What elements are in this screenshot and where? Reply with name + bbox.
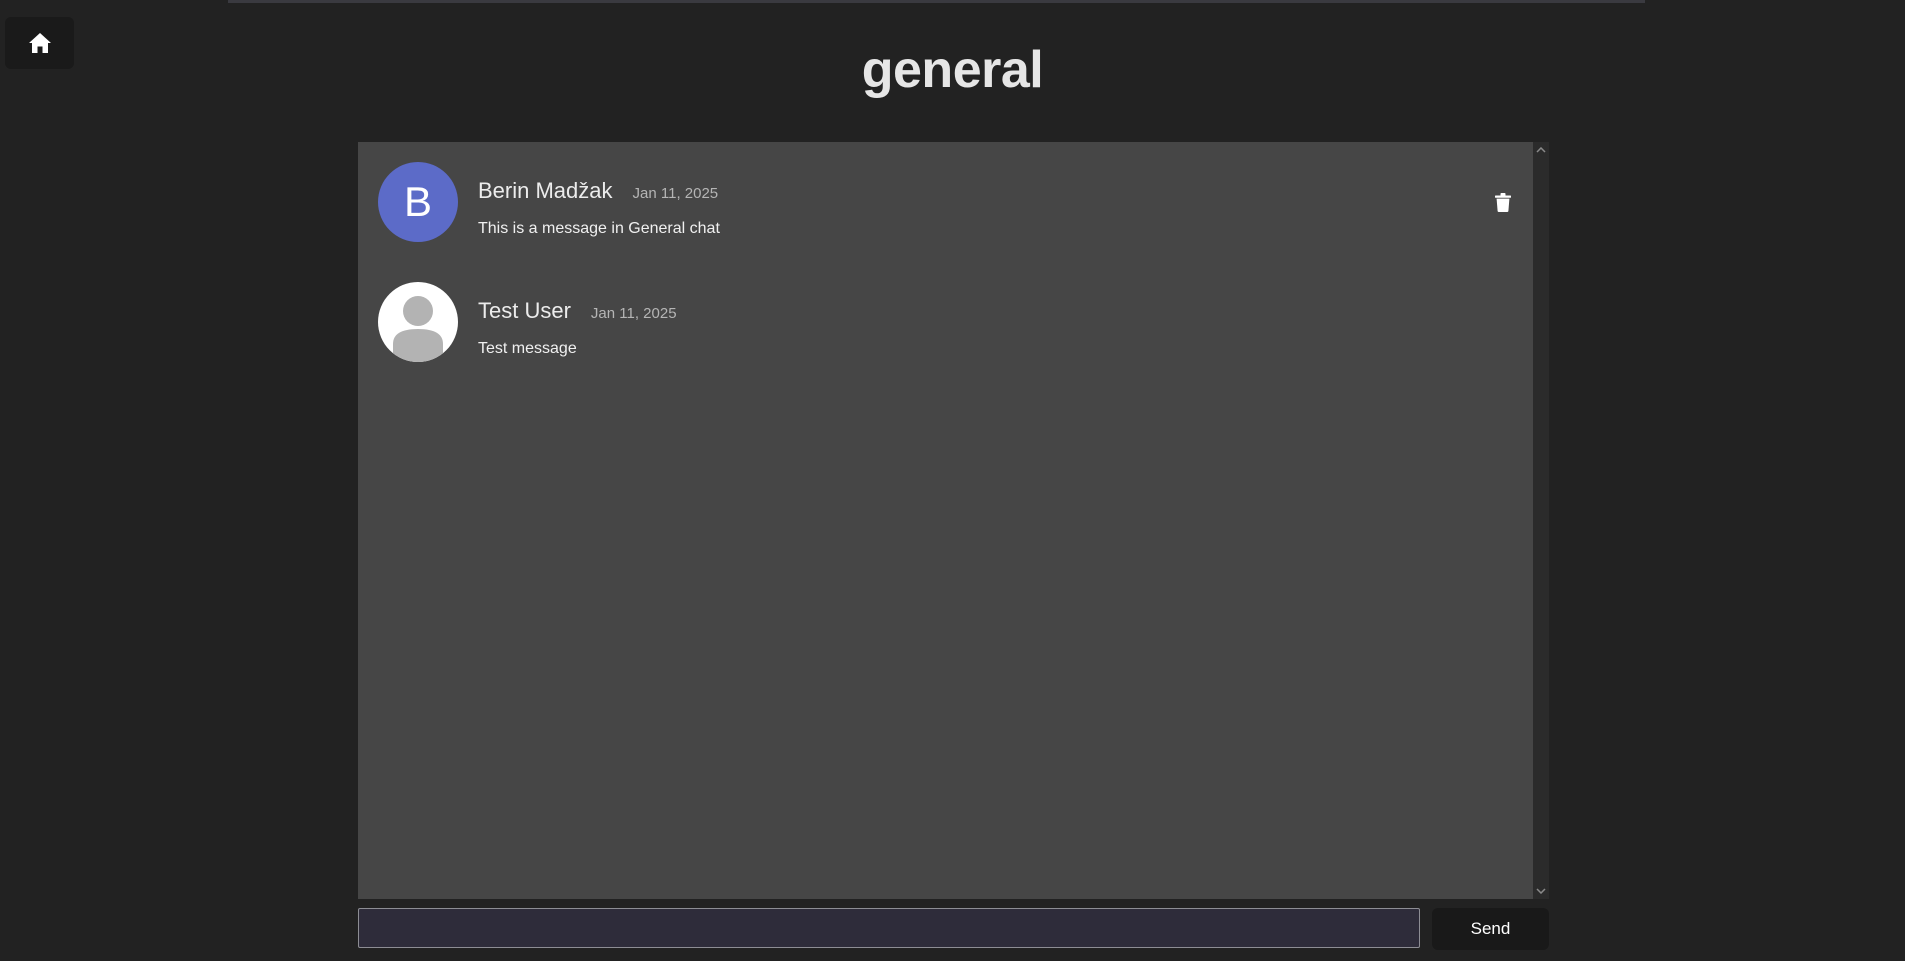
- message-timestamp: Jan 11, 2025: [590, 305, 677, 322]
- avatar: [378, 282, 458, 362]
- message-item: B Berin Madžak Jan 11, 2025 This is a me…: [378, 162, 1513, 242]
- scroll-down-icon[interactable]: [1533, 883, 1549, 899]
- message-header: Berin Madžak Jan 11, 2025: [478, 178, 718, 204]
- trash-icon: [1495, 192, 1511, 212]
- message-text: This is a message in General chat: [478, 220, 720, 237]
- message-text: Test message: [478, 340, 577, 357]
- message-list[interactable]: B Berin Madžak Jan 11, 2025 This is a me…: [358, 142, 1533, 899]
- delete-message-button[interactable]: [1493, 190, 1513, 214]
- message-item: Test User Jan 11, 2025 Test message: [378, 282, 1513, 362]
- message-author: Berin Madžak: [478, 178, 613, 203]
- send-button[interactable]: Send: [1432, 908, 1549, 950]
- default-user-icon: [393, 296, 443, 362]
- message-author: Test User: [478, 298, 571, 323]
- message-input[interactable]: [358, 908, 1420, 948]
- avatar-letter: B: [403, 178, 432, 225]
- scroll-up-icon[interactable]: [1533, 142, 1549, 158]
- top-divider: [228, 0, 1645, 3]
- channel-title: general: [861, 41, 1044, 99]
- message-list-scrollbar[interactable]: [1533, 142, 1549, 899]
- message-timestamp: Jan 11, 2025: [632, 185, 719, 202]
- avatar: B: [378, 162, 458, 242]
- message-header: Test User Jan 11, 2025: [478, 298, 677, 324]
